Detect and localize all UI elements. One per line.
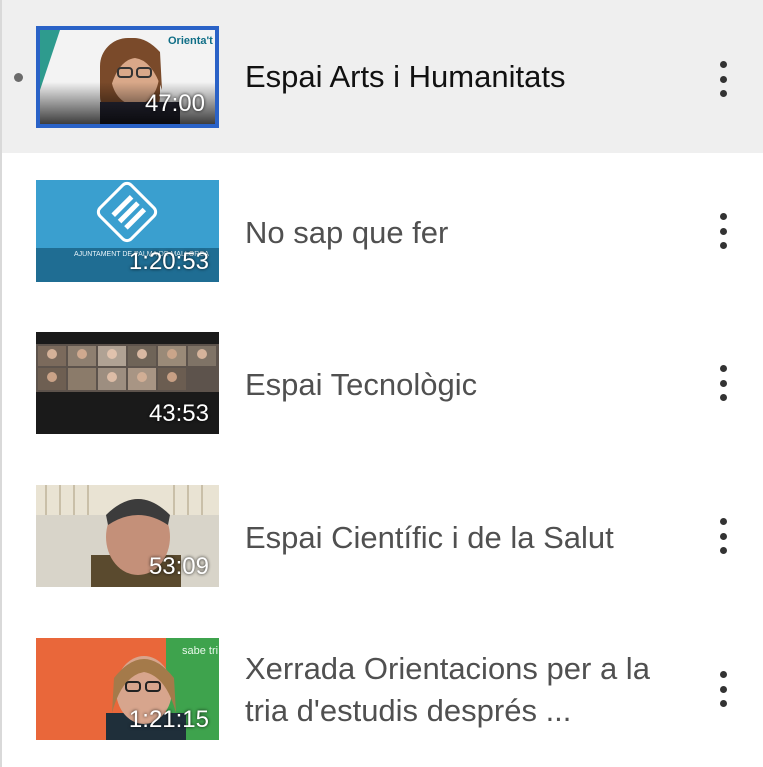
duration-badge: 47:00 — [144, 90, 205, 117]
now-playing-dot-icon — [14, 73, 23, 82]
video-title[interactable]: Espai Tecnològic — [245, 364, 665, 406]
video-title[interactable]: No sap que fer — [245, 212, 665, 254]
more-options-icon[interactable] — [715, 365, 731, 401]
video-title[interactable]: Xerrada Orientacions per a la tria d'est… — [245, 648, 665, 732]
svg-text:Orienta't: Orienta't — [168, 35, 213, 47]
playlist-item[interactable]: Orienta't 47:00 Espai Arts i Humanitats — [2, 0, 763, 153]
duration-badge: 1:20:53 — [128, 248, 209, 275]
video-thumbnail[interactable]: Orienta't 47:00 — [36, 26, 219, 128]
svg-text:sabe tri te: sabe tri te — [182, 645, 219, 657]
video-thumbnail[interactable]: AJUNTAMENT DE PALMA DE MALLORCA 1:20:53 — [36, 180, 219, 282]
more-options-icon[interactable] — [715, 671, 731, 707]
duration-badge: 1:21:15 — [128, 706, 209, 733]
video-thumbnail[interactable]: sabe tri te 1:21:15 — [36, 638, 219, 740]
video-thumbnail[interactable]: 53:09 — [36, 485, 219, 587]
more-options-icon[interactable] — [715, 213, 731, 249]
video-thumbnail[interactable]: 43:53 — [36, 332, 219, 434]
playlist-item[interactable]: 53:09 Espai Científic i de la Salut — [2, 458, 763, 610]
duration-badge: 53:09 — [148, 553, 209, 580]
more-options-icon[interactable] — [715, 61, 731, 97]
video-title[interactable]: Espai Científic i de la Salut — [245, 517, 665, 559]
playlist-item[interactable]: AJUNTAMENT DE PALMA DE MALLORCA 1:20:53 … — [2, 153, 763, 305]
playlist-item[interactable]: sabe tri te 1:21:15 Xerrada Orientacions… — [2, 610, 763, 762]
video-title[interactable]: Espai Arts i Humanitats — [245, 56, 665, 98]
playlist-panel: Orienta't 47:00 Espai Arts i Humanitats … — [0, 0, 763, 767]
duration-badge: 43:53 — [148, 400, 209, 427]
more-options-icon[interactable] — [715, 518, 731, 554]
playlist-item[interactable]: 43:53 Espai Tecnològic — [2, 305, 763, 457]
